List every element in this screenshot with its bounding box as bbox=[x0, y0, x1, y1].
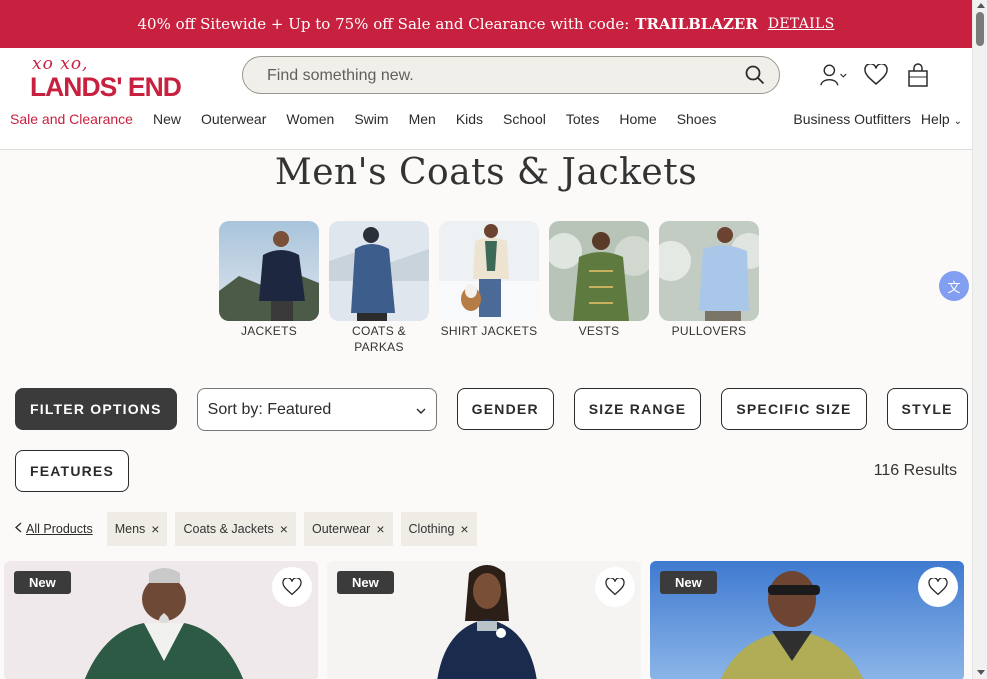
product-card[interactable]: New bbox=[4, 561, 318, 679]
nav-item-business-outfitters[interactable]: Business Outfitters bbox=[793, 111, 911, 127]
new-badge: New bbox=[660, 571, 717, 594]
nav-item-men[interactable]: Men bbox=[409, 111, 436, 131]
new-badge: New bbox=[337, 571, 394, 594]
shopping-bag-icon[interactable] bbox=[904, 62, 932, 88]
new-badge: New bbox=[14, 571, 71, 594]
chip-label: Coats & Jackets bbox=[183, 522, 274, 536]
category-vests-label: VESTS bbox=[578, 324, 620, 338]
category-pullovers-label: PULLOVERS bbox=[671, 324, 747, 338]
promo-details-link[interactable]: DETAILS bbox=[768, 16, 835, 32]
favorite-button[interactable] bbox=[918, 567, 958, 607]
heart-icon bbox=[928, 578, 948, 596]
all-products-label: All Products bbox=[26, 522, 93, 536]
favorite-button[interactable] bbox=[272, 567, 312, 607]
heart-icon[interactable] bbox=[862, 62, 890, 88]
category-pullovers[interactable]: PULLOVERS bbox=[659, 221, 759, 355]
category-jackets-image bbox=[219, 221, 319, 321]
category-shirt-jackets-label: SHIRT JACKETS bbox=[440, 324, 538, 338]
promo-code: TRAILBLAZER bbox=[635, 15, 758, 33]
category-jackets[interactable]: JACKETS bbox=[219, 221, 319, 355]
filter-options-button[interactable]: FILTER OPTIONS bbox=[15, 388, 177, 430]
logo-tagline: xo xo, bbox=[32, 54, 89, 74]
search-input[interactable] bbox=[267, 65, 727, 87]
category-jackets-label: JACKETS bbox=[240, 324, 298, 338]
product-card[interactable]: New bbox=[650, 561, 964, 679]
category-shirt-jackets-image bbox=[439, 221, 539, 321]
features-filter-button[interactable]: FEATURES bbox=[15, 450, 130, 492]
close-icon[interactable]: × bbox=[151, 521, 159, 537]
filter-bar: FILTER OPTIONS Sort by: Featured GENDER … bbox=[15, 388, 968, 431]
search-icon[interactable] bbox=[745, 65, 765, 85]
filter-chip-outerwear[interactable]: Outerwear × bbox=[303, 512, 393, 546]
breadcrumb: All Products Mens × Coats & Jackets × Oute… bbox=[15, 512, 477, 546]
size-range-filter-button[interactable]: SIZE RANGE bbox=[573, 388, 702, 430]
category-vests[interactable]: VESTS bbox=[549, 221, 649, 355]
nav-right: Business Outfitters Help ⌄ bbox=[793, 111, 962, 127]
category-carousel: JACKETS COATS & PARKAS SHIRT JACKETS VES… bbox=[219, 221, 759, 355]
search-bar bbox=[242, 56, 780, 94]
category-coats-parkas-image bbox=[329, 221, 429, 321]
specific-size-filter-button[interactable]: SPECIFIC SIZE bbox=[721, 388, 867, 430]
chevron-down-icon: ⌄ bbox=[953, 116, 962, 127]
main-nav: Sale and Clearance New Outerwear Women S… bbox=[10, 111, 736, 131]
category-coats-parkas-label: COATS & PARKAS bbox=[352, 324, 406, 354]
chip-label: Mens bbox=[114, 522, 146, 536]
scroll-down-icon[interactable] bbox=[977, 670, 985, 675]
page-title: Men's Coats & Jackets bbox=[274, 152, 698, 193]
nav-item-home[interactable]: Home bbox=[619, 111, 656, 131]
promo-text: 40% off Sitewide + Up to 75% off Sale an… bbox=[137, 15, 630, 33]
filter-chip-clothing[interactable]: Clothing × bbox=[400, 512, 477, 546]
gender-filter-button[interactable]: GENDER bbox=[456, 388, 554, 430]
close-icon[interactable]: × bbox=[376, 521, 384, 537]
category-vests-image bbox=[549, 221, 649, 321]
logo-brand: LANDS' END bbox=[30, 72, 182, 102]
nav-item-help[interactable]: Help ⌄ bbox=[921, 111, 962, 127]
nav-item-shoes[interactable]: Shoes bbox=[677, 111, 717, 131]
all-products-link[interactable]: All Products bbox=[15, 522, 93, 536]
scroll-up-icon[interactable] bbox=[977, 3, 985, 8]
account-icon[interactable] bbox=[820, 62, 848, 88]
nav-item-outerwear[interactable]: Outerwear bbox=[201, 111, 266, 131]
nav-item-totes[interactable]: Totes bbox=[566, 111, 599, 131]
promo-banner: 40% off Sitewide + Up to 75% off Sale an… bbox=[0, 0, 972, 48]
close-icon[interactable]: × bbox=[460, 521, 468, 537]
chevron-down-icon bbox=[416, 401, 426, 419]
style-filter-button[interactable]: STYLE bbox=[886, 388, 968, 430]
nav-item-sale[interactable]: Sale and Clearance bbox=[10, 111, 133, 131]
page: 40% off Sitewide + Up to 75% off Sale an… bbox=[0, 0, 987, 679]
filter-chip-mens[interactable]: Mens × bbox=[106, 512, 168, 546]
category-coats-parkas[interactable]: COATS & PARKAS bbox=[329, 221, 429, 355]
filter-chip-coats-jackets[interactable]: Coats & Jackets × bbox=[175, 512, 296, 546]
nav-item-swim[interactable]: Swim bbox=[354, 111, 388, 131]
results-count: 116 Results bbox=[873, 462, 957, 479]
favorite-button[interactable] bbox=[595, 567, 635, 607]
product-card[interactable]: New bbox=[327, 561, 641, 679]
scrollbar-thumb[interactable] bbox=[976, 12, 984, 46]
nav-item-women[interactable]: Women bbox=[286, 111, 334, 131]
site-header: xo xo, LANDS' END Sale and Clearance New… bbox=[0, 48, 972, 150]
category-pullovers-image bbox=[659, 221, 759, 321]
nav-item-new[interactable]: New bbox=[153, 111, 181, 131]
help-label: Help bbox=[920, 111, 950, 127]
vertical-scrollbar[interactable] bbox=[972, 0, 987, 679]
heart-icon bbox=[282, 578, 302, 596]
translate-icon[interactable]: 文 bbox=[939, 271, 969, 301]
chip-label: Clothing bbox=[408, 522, 455, 536]
category-shirt-jackets[interactable]: SHIRT JACKETS bbox=[439, 221, 539, 355]
chip-label: Outerwear bbox=[311, 522, 371, 536]
chevron-left-icon bbox=[15, 522, 22, 536]
lands-end-logo[interactable]: xo xo, LANDS' END bbox=[30, 54, 205, 102]
sort-select[interactable]: Sort by: Featured bbox=[196, 388, 437, 431]
close-icon[interactable]: × bbox=[280, 521, 288, 537]
nav-item-school[interactable]: School bbox=[503, 111, 546, 131]
heart-icon bbox=[605, 578, 625, 596]
sort-label: Sort by: Featured bbox=[207, 400, 332, 418]
header-icons bbox=[820, 62, 932, 88]
product-grid: New New New bbox=[4, 561, 964, 679]
nav-item-kids[interactable]: Kids bbox=[456, 111, 483, 131]
